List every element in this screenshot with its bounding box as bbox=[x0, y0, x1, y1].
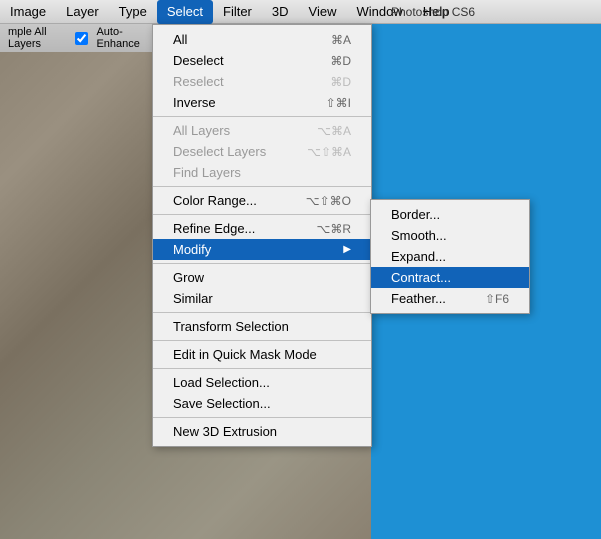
select-menu: All ⌘A Deselect ⌘D Reselect ⌘D Inverse ⇧… bbox=[152, 24, 372, 447]
separator-3 bbox=[153, 214, 371, 215]
menu-item-transform-selection-label: Transform Selection bbox=[173, 319, 289, 334]
menu-item-find-layers[interactable]: Find Layers bbox=[153, 162, 371, 183]
menu-item-save-selection[interactable]: Save Selection... bbox=[153, 393, 371, 414]
menu-item-similar-label: Similar bbox=[173, 291, 213, 306]
submenu-item-border[interactable]: Border... bbox=[371, 204, 529, 225]
menu-item-inverse-shortcut: ⇧⌘I bbox=[326, 96, 351, 110]
modify-submenu: Border... Smooth... Expand... Contract..… bbox=[370, 199, 530, 314]
menu-item-deselect[interactable]: Deselect ⌘D bbox=[153, 50, 371, 71]
menu-item-deselect-layers-label: Deselect Layers bbox=[173, 144, 266, 159]
menu-type[interactable]: Type bbox=[109, 0, 157, 24]
menu-image[interactable]: Image bbox=[0, 0, 56, 24]
menu-view[interactable]: View bbox=[299, 0, 347, 24]
menu-item-reselect[interactable]: Reselect ⌘D bbox=[153, 71, 371, 92]
menu-layer[interactable]: Layer bbox=[56, 0, 109, 24]
menu-item-deselect-layers[interactable]: Deselect Layers ⌥⇧⌘A bbox=[153, 141, 371, 162]
menu-item-reselect-label: Reselect bbox=[173, 74, 224, 89]
submenu-item-expand[interactable]: Expand... bbox=[371, 246, 529, 267]
menu-item-deselect-label: Deselect bbox=[173, 53, 224, 68]
menu-item-quick-mask-label: Edit in Quick Mask Mode bbox=[173, 347, 317, 362]
menu-item-refine-edge-shortcut: ⌥⌘R bbox=[317, 222, 352, 236]
menu-item-all[interactable]: All ⌘A bbox=[153, 29, 371, 50]
menu-item-similar[interactable]: Similar bbox=[153, 288, 371, 309]
menu-3d[interactable]: 3D bbox=[262, 0, 299, 24]
menu-item-all-layers[interactable]: All Layers ⌥⌘A bbox=[153, 120, 371, 141]
menu-item-modify-label: Modify bbox=[173, 242, 211, 257]
menu-item-grow-label: Grow bbox=[173, 270, 204, 285]
submenu-item-smooth-label: Smooth... bbox=[391, 228, 447, 243]
auto-enhance-checkbox[interactable] bbox=[75, 32, 88, 45]
menu-item-all-layers-shortcut: ⌥⌘A bbox=[317, 124, 351, 138]
submenu-item-contract-label: Contract... bbox=[391, 270, 451, 285]
separator-5 bbox=[153, 312, 371, 313]
separator-1 bbox=[153, 116, 371, 117]
separator-4 bbox=[153, 263, 371, 264]
submenu-item-expand-label: Expand... bbox=[391, 249, 446, 264]
menu-item-all-layers-label: All Layers bbox=[173, 123, 230, 138]
submenu-arrow-icon: ▶ bbox=[343, 244, 351, 255]
menu-item-refine-edge-label: Refine Edge... bbox=[173, 221, 255, 236]
menu-item-find-layers-label: Find Layers bbox=[173, 165, 241, 180]
separator-2 bbox=[153, 186, 371, 187]
menu-item-grow[interactable]: Grow bbox=[153, 267, 371, 288]
menu-item-modify[interactable]: Modify ▶ bbox=[153, 239, 371, 260]
menu-item-refine-edge[interactable]: Refine Edge... ⌥⌘R bbox=[153, 218, 371, 239]
submenu-item-feather[interactable]: Feather... ⇧F6 bbox=[371, 288, 529, 309]
submenu-item-smooth[interactable]: Smooth... bbox=[371, 225, 529, 246]
separator-8 bbox=[153, 417, 371, 418]
submenu-item-feather-label: Feather... bbox=[391, 291, 446, 306]
separator-7 bbox=[153, 368, 371, 369]
options-bar: mple All Layers Auto-Enhance bbox=[0, 24, 160, 52]
menu-item-new-3d[interactable]: New 3D Extrusion bbox=[153, 421, 371, 442]
separator-6 bbox=[153, 340, 371, 341]
menu-item-new-3d-label: New 3D Extrusion bbox=[173, 424, 277, 439]
menu-item-inverse[interactable]: Inverse ⇧⌘I bbox=[153, 92, 371, 113]
submenu-item-border-label: Border... bbox=[391, 207, 440, 222]
menu-item-save-selection-label: Save Selection... bbox=[173, 396, 271, 411]
app-title: Photoshop CS6 bbox=[381, 0, 601, 24]
auto-enhance-label: Auto-Enhance bbox=[96, 26, 152, 50]
menu-select[interactable]: Select bbox=[157, 0, 213, 24]
menu-item-load-selection[interactable]: Load Selection... bbox=[153, 372, 371, 393]
menu-item-color-range-label: Color Range... bbox=[173, 193, 257, 208]
menu-item-reselect-shortcut: ⌘D bbox=[330, 75, 351, 89]
menu-item-color-range[interactable]: Color Range... ⌥⇧⌘O bbox=[153, 190, 371, 211]
menu-item-all-shortcut: ⌘A bbox=[331, 33, 351, 47]
menu-item-color-range-shortcut: ⌥⇧⌘O bbox=[306, 194, 351, 208]
menu-item-load-selection-label: Load Selection... bbox=[173, 375, 270, 390]
menu-item-quick-mask[interactable]: Edit in Quick Mask Mode bbox=[153, 344, 371, 365]
menu-item-inverse-label: Inverse bbox=[173, 95, 216, 110]
menubar: Image Layer Type Select Filter 3D View W… bbox=[0, 0, 601, 24]
menu-item-deselect-shortcut: ⌘D bbox=[330, 54, 351, 68]
menu-item-deselect-layers-shortcut: ⌥⇧⌘A bbox=[307, 145, 351, 159]
submenu-item-contract[interactable]: Contract... bbox=[371, 267, 529, 288]
menu-item-all-label: All bbox=[173, 32, 187, 47]
menu-filter[interactable]: Filter bbox=[213, 0, 262, 24]
sample-all-layers-label: mple All Layers bbox=[8, 26, 67, 50]
menu-item-transform-selection[interactable]: Transform Selection bbox=[153, 316, 371, 337]
submenu-item-feather-shortcut: ⇧F6 bbox=[485, 292, 509, 306]
